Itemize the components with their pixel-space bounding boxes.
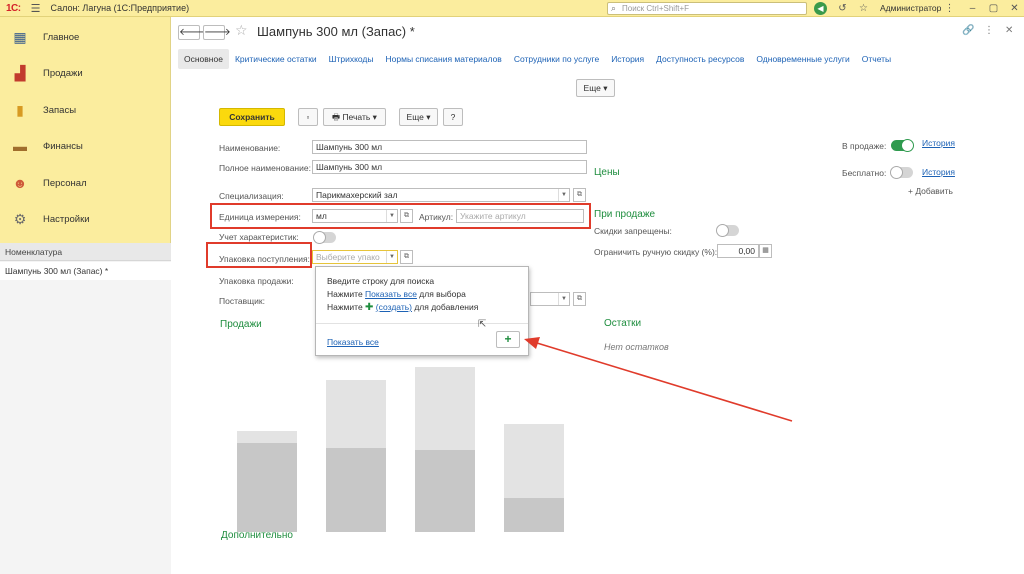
close-icon[interactable]: ✕ bbox=[1008, 2, 1021, 15]
sidebar-item-staff[interactable]: ☻ Персонал bbox=[0, 168, 171, 198]
search-icon: ⌕ bbox=[611, 3, 617, 13]
sidebar-item-settings[interactable]: ⚙ Настройки bbox=[0, 204, 171, 234]
top-bar: 1С: ☰ Салон: Лагуна (1С:Предприятие) ⌕ П… bbox=[0, 0, 1024, 17]
favorites-icon[interactable]: ☆ bbox=[857, 2, 870, 15]
sidebar-item-sales[interactable]: ▟ Продажи bbox=[0, 58, 171, 88]
sidebar: ▦ Главное ▟ Продажи ▮ Запасы ▬ Финансы ☻… bbox=[0, 17, 171, 574]
sidebar-item-main[interactable]: ▦ Главное bbox=[0, 22, 171, 52]
gear-icon: ⚙ bbox=[13, 210, 27, 227]
building-icon: ▦ bbox=[13, 28, 27, 45]
main-content: 🡐 🡒 ☆ Шампунь 300 мл (Запас) * 🔗 ⋮ ✕ Осн… bbox=[172, 17, 1024, 574]
minimize-icon[interactable]: – bbox=[966, 2, 979, 15]
history-icon[interactable]: ↺ bbox=[836, 2, 849, 15]
more-menu-icon[interactable]: ⋮ bbox=[943, 2, 956, 15]
sidebar-item-finance[interactable]: ▬ Финансы bbox=[0, 131, 171, 161]
bottles-icon: ▮ bbox=[16, 101, 24, 118]
chart-icon: ▟ bbox=[14, 64, 26, 81]
global-search-input[interactable]: ⌕ Поиск Ctrl+Shift+F bbox=[607, 2, 807, 15]
annotation-arrow bbox=[524, 337, 793, 422]
app-title: Салон: Лагуна (1С:Предприятие) bbox=[50, 3, 190, 13]
nav-item-current[interactable]: Шампунь 300 мл (Запас) * bbox=[0, 262, 171, 280]
people-icon: ☻ bbox=[12, 175, 28, 191]
notifications-icon[interactable]: ◀ bbox=[814, 2, 827, 15]
wallet-icon: ▬ bbox=[13, 138, 27, 154]
maximize-icon[interactable]: ▢ bbox=[987, 2, 1000, 15]
sidebar-item-stock[interactable]: ▮ Запасы bbox=[0, 95, 171, 125]
menu-icon[interactable]: ☰ bbox=[31, 2, 41, 15]
open-windows-panel: Номенклатура Шампунь 300 мл (Запас) * bbox=[0, 243, 171, 574]
app-logo: 1С: bbox=[6, 2, 21, 14]
user-name[interactable]: Администратор bbox=[880, 3, 941, 13]
nav-header[interactable]: Номенклатура bbox=[0, 243, 171, 261]
